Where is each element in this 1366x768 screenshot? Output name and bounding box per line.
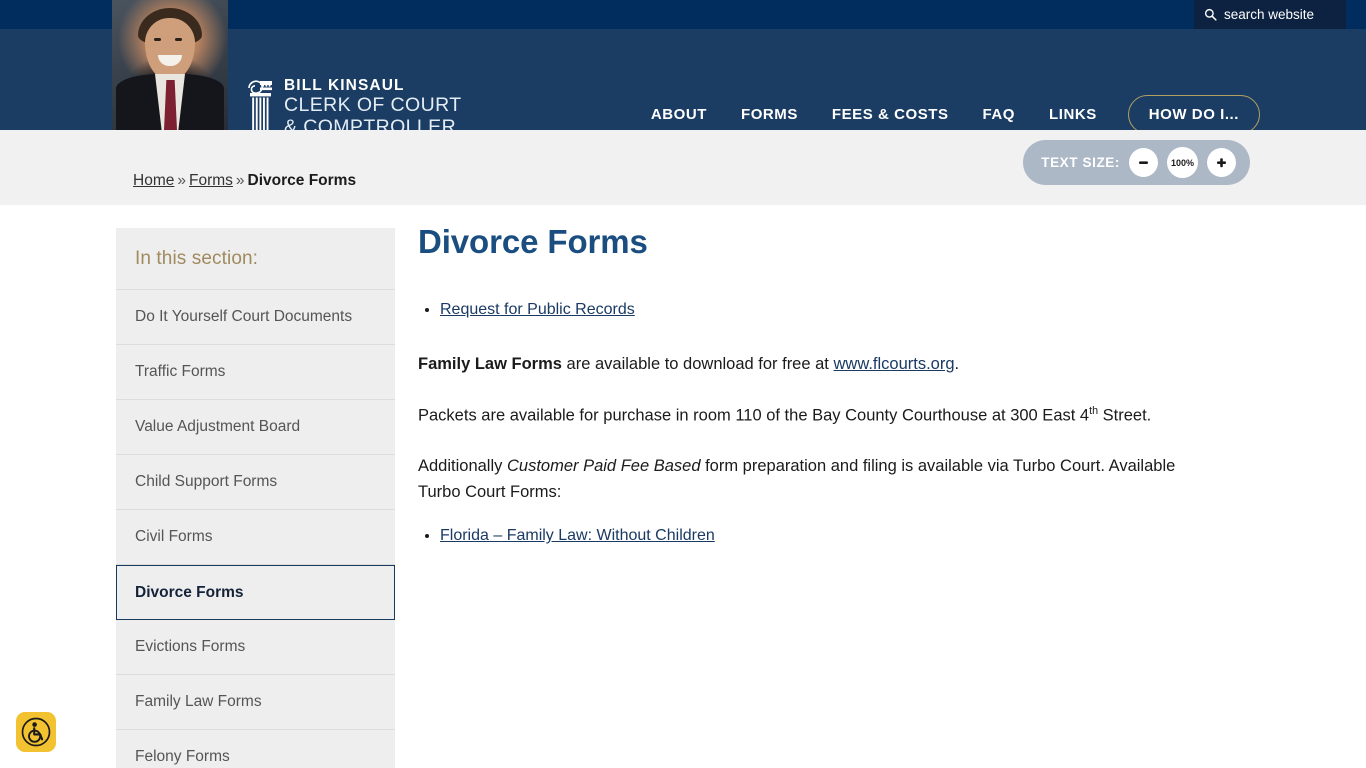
- paragraph-packets: Packets are available for purchase in ro…: [418, 403, 1218, 429]
- paragraph-family-law-forms: Family Law Forms are available to downlo…: [418, 352, 1218, 378]
- how-do-i-button[interactable]: HOW DO I...: [1127, 95, 1260, 134]
- para2-text-b: Street.: [1098, 406, 1152, 425]
- nav-item-faq[interactable]: FAQ: [966, 100, 1033, 129]
- link-florida-family-law-without-children[interactable]: Florida – Family Law: Without Children: [440, 527, 715, 544]
- text-size-decrease-button[interactable]: [1129, 148, 1158, 177]
- sidebar-item-traffic-forms[interactable]: Traffic Forms: [116, 345, 395, 401]
- logo-title-line1: CLERK OF COURT: [284, 93, 462, 116]
- sidebar-item-felony-forms[interactable]: Felony Forms: [116, 730, 395, 768]
- turbo-court-forms-list: Florida – Family Law: Without Children: [440, 524, 1218, 549]
- sidebar-heading: In this section:: [135, 248, 259, 269]
- link-request-for-public-records[interactable]: Request for Public Records: [440, 301, 635, 318]
- paragraph-turbo-court: Additionally Customer Paid Fee Based for…: [418, 454, 1218, 505]
- column-icon: [248, 80, 272, 133]
- ordinal-suffix: th: [1089, 404, 1099, 417]
- link-flcourts[interactable]: www.flcourts.org: [833, 355, 954, 373]
- text-size-label: TEXT SIZE:: [1041, 155, 1120, 170]
- official-portrait-photo: [112, 0, 228, 130]
- text-size-control: TEXT SIZE: 100%: [1023, 140, 1250, 185]
- site-header: BILL KINSAUL CLERK OF COURT & COMPTROLLE…: [0, 0, 1366, 157]
- search-icon: [1204, 8, 1217, 21]
- main-content: Divorce Forms Request for Public Records…: [418, 222, 1218, 551]
- sidebar-item-family-law-forms[interactable]: Family Law Forms: [116, 675, 395, 731]
- sidebar-item-do-it-yourself-court-documents[interactable]: Do It Yourself Court Documents: [116, 290, 395, 346]
- sidebar-item-evictions-forms[interactable]: Evictions Forms: [116, 620, 395, 676]
- sidebar-item-divorce-forms[interactable]: Divorce Forms: [116, 565, 395, 621]
- public-records-list: Request for Public Records: [440, 298, 1218, 323]
- nav-item-about[interactable]: ABOUT: [634, 100, 724, 129]
- search-placeholder-text: search website: [1224, 6, 1315, 22]
- list-item: Request for Public Records: [440, 298, 1218, 323]
- nav-item-forms[interactable]: FORMS: [724, 100, 815, 129]
- page-title: Divorce Forms: [418, 223, 648, 260]
- article-body: Request for Public Records Family Law Fo…: [418, 298, 1218, 549]
- page-root: search website BILL KINSAUL CLERK OF COU…: [0, 0, 1366, 768]
- text-size-increase-button[interactable]: [1207, 148, 1236, 177]
- nav-item-links[interactable]: LINKS: [1032, 100, 1114, 129]
- breadcrumb-separator-2: »: [235, 172, 245, 189]
- breadcrumb-link-forms[interactable]: Forms: [189, 172, 233, 189]
- sidebar-item-value-adjustment-board[interactable]: Value Adjustment Board: [116, 400, 395, 456]
- para2-text-a: Packets are available for purchase in ro…: [418, 406, 1090, 425]
- breadcrumb-separator-1: »: [177, 172, 186, 189]
- search-input[interactable]: search website: [1194, 0, 1346, 29]
- sidebar-heading-wrap: In this section:: [116, 228, 395, 290]
- accessibility-widget-button[interactable]: [16, 712, 56, 752]
- nav-item-fees-costs[interactable]: FEES & COSTS: [815, 100, 966, 129]
- sidebar-item-child-support-forms[interactable]: Child Support Forms: [116, 455, 395, 511]
- minus-icon: [1139, 161, 1148, 164]
- text-size-value: 100%: [1167, 147, 1198, 178]
- plus-icon: [1217, 158, 1226, 168]
- breadcrumb-current: Divorce Forms: [247, 172, 357, 189]
- main-navigation: ABOUT FORMS FEES & COSTS FAQ LINKS HOW D…: [634, 95, 1260, 134]
- para3-text-a: Additionally: [418, 457, 507, 476]
- para1-end-text: .: [954, 355, 960, 374]
- sidebar-item-civil-forms[interactable]: Civil Forms: [116, 510, 395, 566]
- breadcrumb: Home» Forms» Divorce Forms: [133, 172, 356, 190]
- wheelchair-accessibility-icon: [21, 717, 51, 747]
- logo-official-name: BILL KINSAUL: [284, 77, 405, 94]
- family-law-forms-bold: Family Law Forms: [418, 355, 562, 374]
- section-sidebar: In this section: Do It Yourself Court Do…: [116, 228, 395, 768]
- list-item: Florida – Family Law: Without Children: [440, 524, 1218, 549]
- para1-middle-text: are available to download for free at: [561, 355, 834, 374]
- breadcrumb-link-home[interactable]: Home: [133, 172, 174, 189]
- customer-paid-fee-based-italic: Customer Paid Fee Based: [506, 457, 701, 476]
